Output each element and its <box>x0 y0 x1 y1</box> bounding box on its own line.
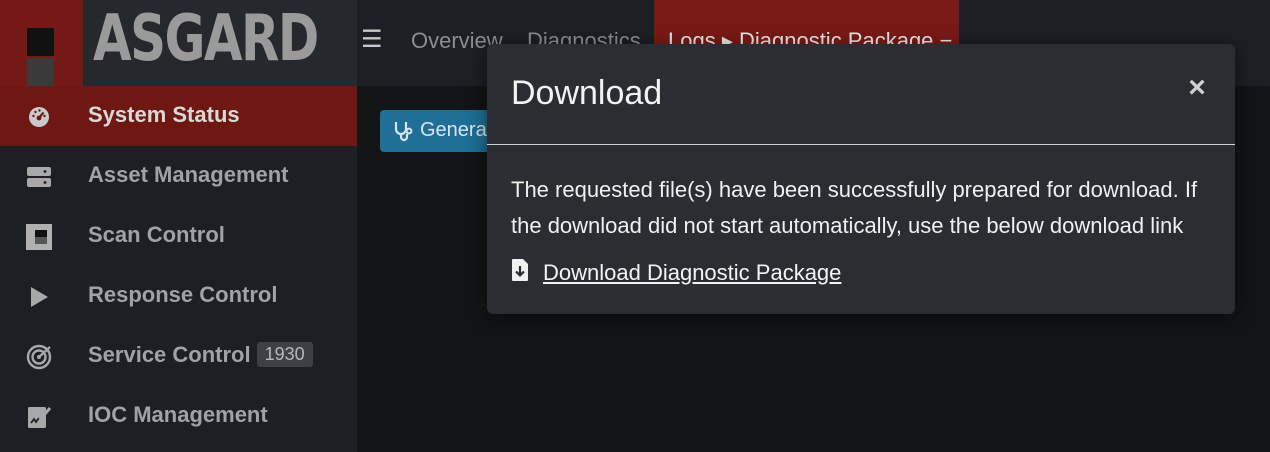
modal-message: The requested file(s) have been successf… <box>511 177 1198 238</box>
radar-icon <box>26 344 52 370</box>
logo-icon <box>27 28 54 86</box>
brand-title-text: ASGARD <box>93 2 319 76</box>
brand-title[interactable]: ASGARD <box>83 0 357 86</box>
download-modal: Download × The requested file(s) have be… <box>487 44 1235 314</box>
brand-logo-block[interactable] <box>0 0 83 86</box>
sidebar-item-system-status[interactable]: System Status <box>0 86 357 146</box>
sidebar-item-service-control[interactable]: Service Control 1930 <box>0 326 357 386</box>
modal-title: Download <box>511 74 663 112</box>
sidebar: System Status Asset Management Scan Cont… <box>0 86 357 452</box>
sidebar-item-response-control[interactable]: Response Control <box>0 266 357 326</box>
sidebar-item-label: Asset Management <box>88 162 289 187</box>
sidebar-item-ioc-management[interactable]: IOC Management <box>0 386 357 446</box>
generate-button[interactable]: Generate <box>380 110 500 152</box>
hamburger-menu-icon[interactable]: ☰ <box>361 28 383 52</box>
play-icon <box>26 284 52 310</box>
download-diagnostic-package-link[interactable]: Download Diagnostic Package <box>511 258 841 287</box>
sidebar-item-asset-management[interactable]: Asset Management <box>0 146 357 206</box>
sidebar-item-label: System Status <box>88 102 240 127</box>
close-icon[interactable]: × <box>1183 73 1211 103</box>
sidebar-item-scan-control[interactable]: Scan Control <box>0 206 357 266</box>
file-download-icon <box>511 258 529 287</box>
sidebar-item-label: IOC Management <box>88 402 268 427</box>
sidebar-item-label: Scan Control <box>88 222 225 247</box>
dashboard-icon <box>26 104 52 130</box>
download-link-label: Download Diagnostic Package <box>543 259 842 285</box>
scan-icon <box>26 224 52 250</box>
signature-icon <box>26 404 52 430</box>
sidebar-item-label: Service Control 1930 <box>88 342 313 368</box>
sidebar-item-label: Response Control <box>88 282 278 307</box>
server-icon <box>26 164 52 190</box>
modal-divider <box>487 144 1235 145</box>
sidebar-item-label-text: Service Control <box>88 342 251 367</box>
stethoscope-icon <box>392 120 414 148</box>
count-badge: 1930 <box>256 342 313 367</box>
